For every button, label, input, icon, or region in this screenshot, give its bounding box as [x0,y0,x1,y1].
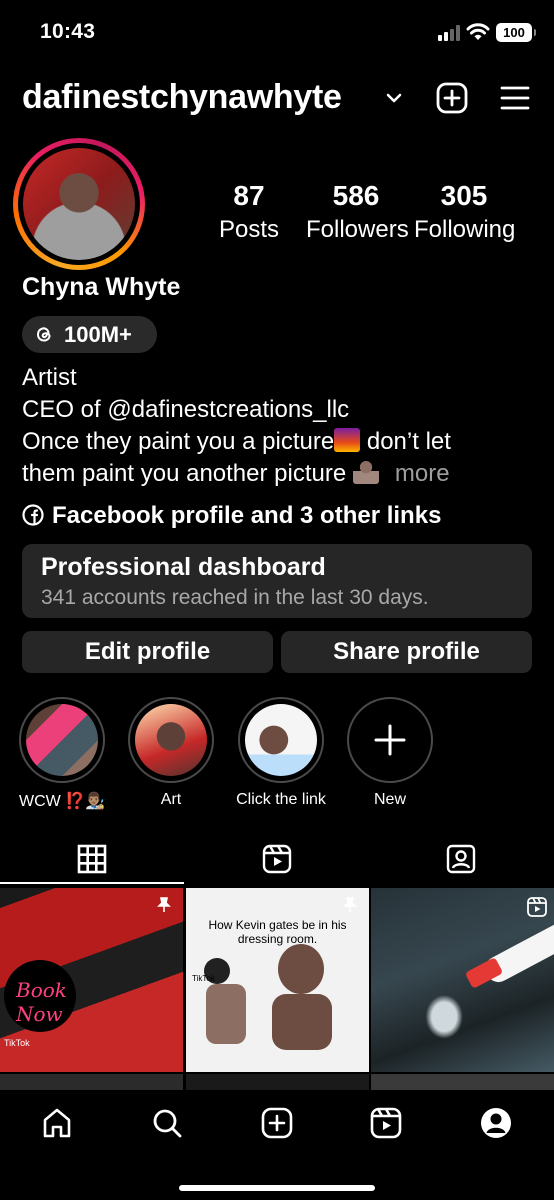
highlight-label: New [373,791,406,808]
threads-follower-count: 100M+ [64,322,132,347]
external-links[interactable]: Facebook profile and 3 other links [22,502,441,530]
highlight-art[interactable]: Art [121,697,221,809]
bio-more-link[interactable]: more [395,460,450,487]
search-icon[interactable] [150,1106,184,1140]
followers-count: 586 [332,180,380,211]
bio: Artist CEO of @dafinestcreations_llc Onc… [22,362,532,490]
cartoon-figure [272,994,332,1050]
links-label: Facebook profile and 3 other links [52,502,442,529]
post-thumbnail-graphic [464,957,504,989]
grid-post[interactable] [0,1074,183,1090]
grid-post[interactable] [371,888,554,1072]
create-post-icon[interactable] [436,82,468,114]
following-stat[interactable]: 305 Following [414,180,516,244]
battery-icon: 100 [496,23,536,42]
home-indicator [179,1185,375,1191]
reels-icon[interactable] [260,842,294,876]
cartoon-figure [278,944,324,994]
post-caption: How Kevin gates be in his dressing room. [208,918,347,946]
cartoon-figure [206,984,246,1044]
wifi-icon [466,23,490,40]
grid-icon[interactable] [75,842,109,876]
display-name: Chyna Whyte [22,273,181,301]
followers-label: Followers [306,216,409,243]
plus-icon [374,724,406,756]
threads-badge[interactable]: 100M+ [22,316,157,353]
status-time: 10:43 [40,20,96,43]
home-icon[interactable] [40,1106,74,1140]
following-label: Following [414,216,516,243]
posts-stat[interactable]: 87 Posts [200,180,298,244]
bio-line: Once they paint you a picture don’t let [22,426,532,458]
dashboard-subtitle: 341 accounts reached in the last 30 days… [41,586,429,609]
bio-line-mention[interactable]: CEO of @dafinestcreations_llc [22,394,532,426]
highlight-cover [26,704,98,776]
profile-icon[interactable] [479,1106,513,1140]
profile-header: dafinestchynawhyte [0,76,554,124]
reels-icon[interactable] [369,1106,403,1140]
highlight-label: Click the link [236,791,326,808]
bio-text: Once they paint you a picture [22,428,335,455]
grid-post[interactable]: Book Now TikTok [0,888,183,1072]
highlight-label: Art [160,791,182,808]
chevron-down-icon[interactable] [386,92,402,104]
highlight-new[interactable]: New [340,697,440,809]
bottom-navigation [0,1090,554,1200]
following-count: 305 [440,180,488,211]
create-icon[interactable] [260,1106,294,1140]
avatar[interactable] [23,148,135,260]
post-overlay-text: Book Now [16,978,67,1026]
highlight-label: WCW ⁉️👨🏽‍🎨 [18,793,106,810]
grid-post[interactable] [186,1074,369,1090]
grid-post[interactable]: How Kevin gates be in his dressing room.… [186,888,369,1072]
hamburger-menu-icon[interactable] [500,84,530,112]
facebook-icon [22,504,44,526]
highlight-wcw[interactable]: WCW ⁉️👨🏽‍🎨 [12,697,112,811]
tagged-icon[interactable] [444,842,478,876]
cityscape-emoji-icon [334,428,361,452]
edit-profile-button[interactable]: Edit profile [22,631,273,673]
bio-line: them paint you another picture more [22,458,532,490]
posts-count: 87 [233,180,265,211]
pin-icon [157,897,171,912]
reels-icon [527,897,547,917]
cellular-signal-icon [438,25,460,41]
pin-icon [343,897,357,912]
status-bar: 10:43 100 [0,0,554,66]
followers-stat[interactable]: 586 Followers [306,180,409,244]
bio-line: Artist [22,364,77,391]
share-profile-button[interactable]: Share profile [281,631,532,673]
post-thumbnail-graphic: Book Now [4,960,76,1032]
posts-label: Posts [218,216,280,243]
story-ring[interactable] [13,138,145,270]
dashboard-title: Professional dashboard [41,553,326,581]
bio-text: them paint you another picture [22,460,353,487]
professional-dashboard[interactable]: Professional dashboard 341 accounts reac… [22,544,532,618]
bio-text: don’t let [360,428,451,455]
highlight-cover [135,704,207,776]
post-watermark: TikTok [192,974,215,983]
artist-emoji-icon [352,460,379,484]
username-switcher[interactable]: dafinestchynawhyte [22,78,342,117]
highlight-cover [245,704,317,776]
grid-post[interactable] [371,1074,554,1090]
post-watermark: TikTok [4,1038,30,1048]
active-tab-indicator [0,882,184,884]
profile-tabs [0,838,554,884]
threads-icon [36,327,51,342]
highlight-click-the-link[interactable]: Click the link [231,697,331,809]
